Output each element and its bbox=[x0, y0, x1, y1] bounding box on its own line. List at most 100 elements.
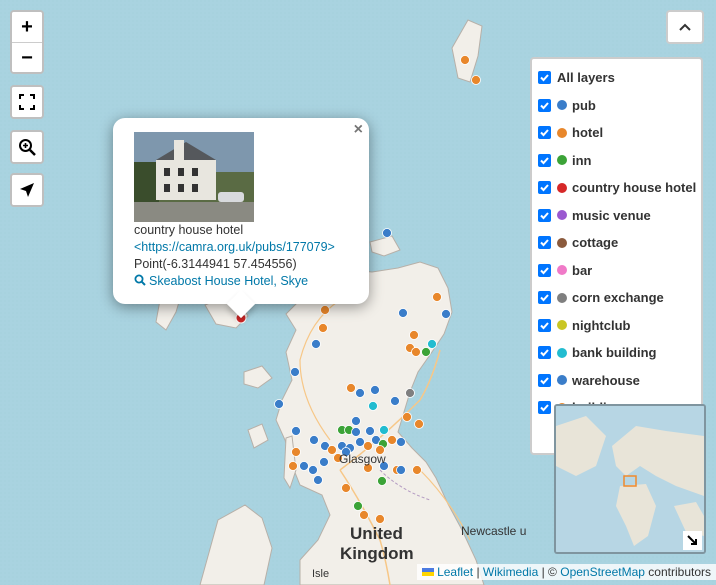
layer-item[interactable]: bank building bbox=[538, 343, 657, 363]
poi-marker-pub[interactable] bbox=[311, 339, 321, 349]
poi-marker-hotel[interactable] bbox=[432, 292, 442, 302]
layer-checkbox[interactable] bbox=[538, 373, 551, 387]
layer-checkbox[interactable] bbox=[538, 263, 551, 277]
layer-item[interactable]: cottage bbox=[538, 233, 618, 253]
layer-item[interactable]: music venue bbox=[538, 205, 651, 225]
poi-marker-pub[interactable] bbox=[274, 399, 284, 409]
zoom-box-control bbox=[10, 130, 44, 164]
popup-close-button[interactable]: × bbox=[354, 122, 363, 138]
layer-item[interactable]: pub bbox=[538, 95, 596, 115]
poi-marker-pub[interactable] bbox=[398, 308, 408, 318]
layer-checkbox[interactable] bbox=[538, 126, 551, 139]
poi-marker-hotel[interactable] bbox=[291, 447, 301, 457]
poi-marker-hotel[interactable] bbox=[411, 347, 421, 357]
poi-marker-inn[interactable] bbox=[421, 347, 431, 357]
poi-marker-hotel[interactable] bbox=[414, 419, 424, 429]
poi-marker-hotel[interactable] bbox=[375, 514, 385, 524]
poi-marker-pub[interactable] bbox=[355, 437, 365, 447]
checkbox-all-layers[interactable] bbox=[538, 70, 551, 84]
check-icon bbox=[540, 184, 549, 192]
poi-marker-hotel[interactable] bbox=[359, 510, 369, 520]
poi-marker-pub[interactable] bbox=[319, 457, 329, 467]
layer-color-dot-icon bbox=[557, 127, 567, 138]
poi-marker-hotel[interactable] bbox=[387, 435, 397, 445]
layer-color-dot-icon bbox=[557, 320, 567, 330]
layer-checkbox[interactable] bbox=[538, 153, 551, 167]
layer-checkbox[interactable] bbox=[538, 181, 551, 194]
layer-item[interactable]: hotel bbox=[538, 123, 603, 143]
poi-marker-bank-building[interactable] bbox=[379, 425, 389, 435]
check-icon bbox=[540, 73, 549, 81]
poi-marker-pub[interactable] bbox=[351, 427, 361, 437]
poi-marker-pub[interactable] bbox=[299, 461, 309, 471]
poi-marker-pub[interactable] bbox=[365, 426, 375, 436]
poi-marker-pub[interactable] bbox=[291, 426, 301, 436]
wikimedia-link[interactable]: Wikimedia bbox=[483, 565, 538, 579]
layer-item[interactable]: inn bbox=[538, 150, 592, 170]
layer-color-dot-icon bbox=[557, 210, 567, 220]
layer-color-dot-icon bbox=[557, 182, 567, 193]
poi-marker-pub[interactable] bbox=[355, 388, 365, 398]
popup-link[interactable]: <https://camra.org.uk/pubs/177079> bbox=[134, 240, 335, 254]
zoom-in-button[interactable]: + bbox=[12, 12, 42, 42]
layer-checkbox[interactable] bbox=[538, 401, 551, 414]
poi-marker-hotel[interactable] bbox=[412, 465, 422, 475]
layer-item[interactable]: corn exchange bbox=[538, 288, 664, 308]
locate-button[interactable] bbox=[12, 175, 42, 205]
poi-marker-hotel[interactable] bbox=[409, 330, 419, 340]
minimap-toggle-button[interactable] bbox=[683, 531, 702, 550]
poi-marker-pub[interactable] bbox=[290, 367, 300, 377]
layer-checkbox[interactable] bbox=[538, 291, 551, 304]
layer-all[interactable]: All layers bbox=[538, 67, 615, 87]
osm-link[interactable]: OpenStreetMap bbox=[560, 565, 645, 579]
poi-marker-hotel[interactable] bbox=[346, 383, 356, 393]
poi-marker-bank-building[interactable] bbox=[368, 401, 378, 411]
leaflet-link[interactable]: Leaflet bbox=[437, 565, 473, 579]
check-icon bbox=[540, 349, 549, 357]
place-label-newcastle: Newcastle u bbox=[461, 524, 527, 538]
zoom-out-button[interactable]: − bbox=[12, 42, 42, 72]
layer-item[interactable]: bar bbox=[538, 260, 592, 280]
poi-marker-pub[interactable] bbox=[396, 465, 406, 475]
layer-checkbox[interactable] bbox=[538, 98, 551, 112]
layer-item[interactable]: nightclub bbox=[538, 315, 631, 335]
fullscreen-button[interactable] bbox=[12, 87, 42, 117]
poi-marker-pub[interactable] bbox=[390, 396, 400, 406]
poi-marker-pub[interactable] bbox=[382, 228, 392, 238]
poi-marker-pub[interactable] bbox=[309, 435, 319, 445]
poi-marker-hotel[interactable] bbox=[363, 441, 373, 451]
poi-marker-pub[interactable] bbox=[441, 309, 451, 319]
poi-marker-inn[interactable] bbox=[377, 476, 387, 486]
layer-color-dot-icon bbox=[557, 265, 567, 275]
zoom-box-button[interactable] bbox=[12, 132, 42, 162]
layer-item[interactable]: country house hotel bbox=[538, 178, 696, 198]
poi-marker-hotel[interactable] bbox=[320, 305, 330, 315]
layer-label: country house hotel bbox=[572, 180, 697, 195]
layer-label: music venue bbox=[572, 207, 651, 223]
layer-label: inn bbox=[572, 152, 592, 168]
poi-marker-pub[interactable] bbox=[351, 416, 361, 426]
poi-marker-hotel[interactable] bbox=[471, 75, 481, 85]
popup-name-link[interactable]: Skeabost House Hotel, Skye bbox=[134, 274, 308, 288]
layer-item[interactable]: warehouse bbox=[538, 370, 640, 390]
poi-marker-hotel[interactable] bbox=[460, 55, 470, 65]
poi-marker-hotel[interactable] bbox=[402, 412, 412, 422]
country-label-line1: United bbox=[350, 524, 403, 543]
layer-checkbox[interactable] bbox=[538, 236, 551, 249]
layer-checkbox[interactable] bbox=[538, 208, 551, 222]
poi-marker-pub[interactable] bbox=[308, 465, 318, 475]
poi-marker-pub[interactable] bbox=[370, 385, 380, 395]
poi-marker-hotel[interactable] bbox=[288, 461, 298, 471]
poi-marker-pub[interactable] bbox=[313, 475, 323, 485]
poi-marker-hotel[interactable] bbox=[341, 483, 351, 493]
minimap[interactable] bbox=[554, 404, 706, 554]
layer-checkbox[interactable] bbox=[538, 318, 551, 332]
poi-marker-bank-building[interactable] bbox=[427, 339, 437, 349]
poi-marker-inn[interactable] bbox=[353, 501, 363, 511]
poi-marker-hotel[interactable] bbox=[318, 323, 328, 333]
poi-marker-corn-exchange[interactable] bbox=[405, 388, 415, 398]
poi-marker-pub[interactable] bbox=[396, 437, 406, 447]
poi-marker-hotel[interactable] bbox=[327, 445, 337, 455]
layers-collapse-button[interactable] bbox=[666, 10, 704, 44]
layer-checkbox[interactable] bbox=[538, 346, 551, 359]
